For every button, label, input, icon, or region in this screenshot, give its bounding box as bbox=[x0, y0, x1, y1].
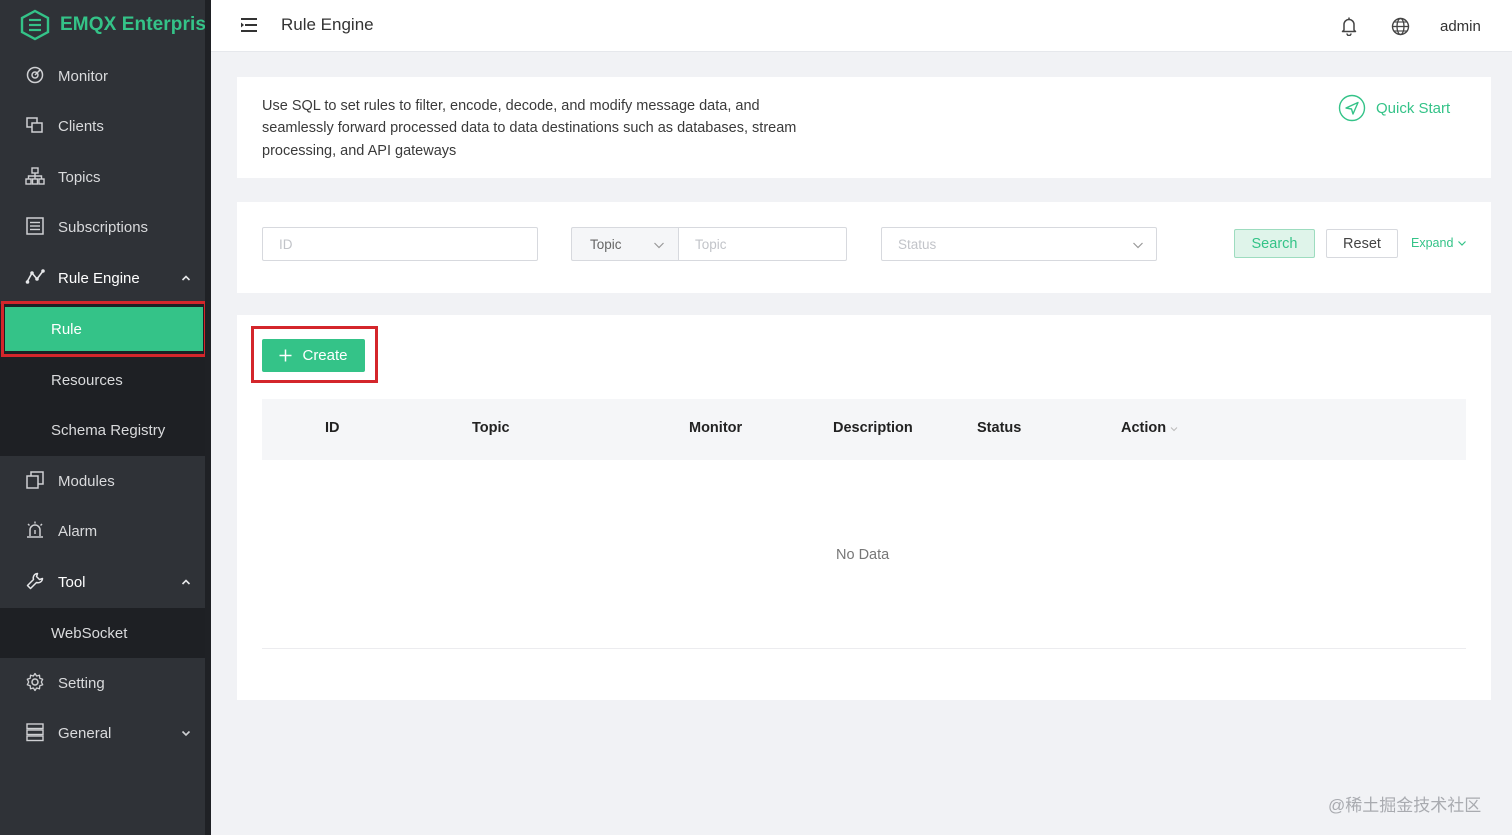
chevron-down-icon bbox=[181, 730, 191, 737]
sidebar-item-label: Monitor bbox=[58, 68, 109, 85]
chevron-up-icon bbox=[181, 275, 191, 281]
sidebar-item-label: General bbox=[58, 725, 112, 742]
sidebar-item-alarm[interactable]: Alarm bbox=[0, 506, 205, 556]
status-filter-select[interactable]: Status bbox=[881, 227, 1157, 261]
watermark: @稀土掘金技术社区 bbox=[1328, 796, 1482, 815]
top-header: Rule Engine admin bbox=[211, 0, 1512, 52]
sidebar-item-label: Clients bbox=[58, 118, 104, 135]
sidebar-subitem-label: Schema Registry bbox=[51, 422, 166, 439]
sidebar-item-label: Subscriptions bbox=[58, 219, 149, 236]
sidebar-item-label: Setting bbox=[58, 675, 105, 692]
quick-start-link[interactable]: Quick Start bbox=[1338, 94, 1450, 122]
quick-start-label: Quick Start bbox=[1376, 99, 1451, 117]
sidebar-item-rule-engine[interactable]: Rule Engine bbox=[0, 253, 205, 303]
plus-icon bbox=[279, 349, 292, 362]
subscriptions-icon bbox=[26, 217, 44, 235]
status-placeholder: Status bbox=[898, 237, 937, 252]
chevron-up-icon bbox=[181, 579, 191, 585]
reset-button[interactable]: Reset bbox=[1326, 229, 1398, 258]
create-label: Create bbox=[302, 347, 348, 364]
brand-name: EMQX Enterprise bbox=[60, 14, 217, 35]
sidebar-item-label: Topics bbox=[58, 169, 101, 186]
sidebar-subitem-label: WebSocket bbox=[51, 625, 128, 642]
search-button[interactable]: Search bbox=[1234, 229, 1315, 258]
language-globe-icon[interactable] bbox=[1391, 17, 1410, 36]
highlight-box-rule bbox=[1, 301, 207, 357]
topic-placeholder: Topic bbox=[695, 237, 727, 252]
topics-icon bbox=[25, 167, 45, 185]
chevron-down-icon bbox=[1458, 241, 1467, 246]
emqx-logo-icon bbox=[20, 9, 50, 41]
column-header-topic: Topic bbox=[472, 420, 510, 436]
column-header-monitor: Monitor bbox=[689, 420, 743, 436]
empty-state-text: No Data bbox=[836, 547, 890, 563]
alarm-icon bbox=[27, 521, 43, 538]
table-header: ID Topic Monitor Description Status Acti… bbox=[262, 399, 1466, 460]
sidebar-item-monitor[interactable]: Monitor bbox=[0, 51, 205, 101]
sidebar-item-setting[interactable]: Setting bbox=[0, 658, 205, 708]
page-title: Rule Engine bbox=[281, 15, 374, 34]
sidebar-item-topics[interactable]: Topics bbox=[0, 152, 205, 202]
sidebar-item-label: Alarm bbox=[58, 523, 98, 540]
paper-plane-icon bbox=[1338, 94, 1366, 122]
id-placeholder: ID bbox=[279, 237, 293, 252]
id-filter-input[interactable]: ID bbox=[262, 227, 538, 261]
intro-description: Use SQL to set rules to filter, encode, … bbox=[262, 98, 797, 159]
sidebar: EMQX Enterprise Monitor Clients Topics S… bbox=[0, 0, 217, 835]
column-header-description: Description bbox=[833, 420, 913, 436]
topic-type-select[interactable]: Topic bbox=[571, 227, 679, 261]
sidebar-item-label: Modules bbox=[58, 473, 115, 490]
intro-card: Use SQL to set rules to filter, encode, … bbox=[237, 77, 1491, 178]
expand-filters-link[interactable]: Expand bbox=[1411, 236, 1467, 250]
column-header-id: ID bbox=[325, 420, 340, 436]
user-menu[interactable]: admin bbox=[1440, 18, 1481, 35]
modules-icon bbox=[26, 471, 44, 489]
monitor-icon bbox=[26, 66, 44, 84]
sidebar-subitem-label: Resources bbox=[51, 372, 123, 389]
rules-table-card: Create ID Topic Monitor Description Stat… bbox=[237, 315, 1491, 700]
table-divider bbox=[262, 648, 1466, 649]
chevron-down-icon bbox=[654, 242, 664, 249]
bell-icon[interactable] bbox=[1340, 16, 1358, 36]
expand-label: Expand bbox=[1411, 236, 1454, 250]
topic-filter-input[interactable]: Topic bbox=[678, 227, 847, 261]
sidebar-subitem-schema-registry[interactable]: Schema Registry bbox=[0, 405, 205, 455]
sidebar-item-subscriptions[interactable]: Subscriptions bbox=[0, 202, 205, 252]
sidebar-item-label: Tool bbox=[58, 574, 86, 591]
create-button[interactable]: Create bbox=[262, 339, 365, 372]
rule-engine-icon bbox=[25, 269, 45, 284]
filter-bar: ID Topic Topic Status Search Reset Expan… bbox=[237, 202, 1491, 293]
brand-logo[interactable]: EMQX Enterprise bbox=[20, 9, 217, 41]
sidebar-subitem-websocket[interactable]: WebSocket bbox=[0, 608, 205, 658]
wrench-icon bbox=[26, 572, 44, 590]
sidebar-item-label: Rule Engine bbox=[58, 270, 140, 287]
menu-toggle-icon[interactable] bbox=[240, 17, 258, 33]
sidebar-subitem-resources[interactable]: Resources bbox=[0, 355, 205, 405]
chevron-down-icon bbox=[1133, 242, 1143, 249]
column-header-action[interactable]: Action bbox=[1121, 420, 1166, 436]
topic-select-value: Topic bbox=[590, 237, 622, 252]
sidebar-item-general[interactable]: General bbox=[0, 708, 205, 758]
sidebar-item-tool[interactable]: Tool bbox=[0, 557, 205, 607]
clients-icon bbox=[26, 117, 43, 133]
column-header-status: Status bbox=[977, 420, 1022, 436]
sort-chevron-icon[interactable] bbox=[1170, 425, 1178, 433]
sidebar-item-clients[interactable]: Clients bbox=[0, 101, 205, 151]
sidebar-item-modules[interactable]: Modules bbox=[0, 456, 205, 506]
general-icon bbox=[26, 723, 44, 742]
gear-icon bbox=[26, 672, 44, 692]
